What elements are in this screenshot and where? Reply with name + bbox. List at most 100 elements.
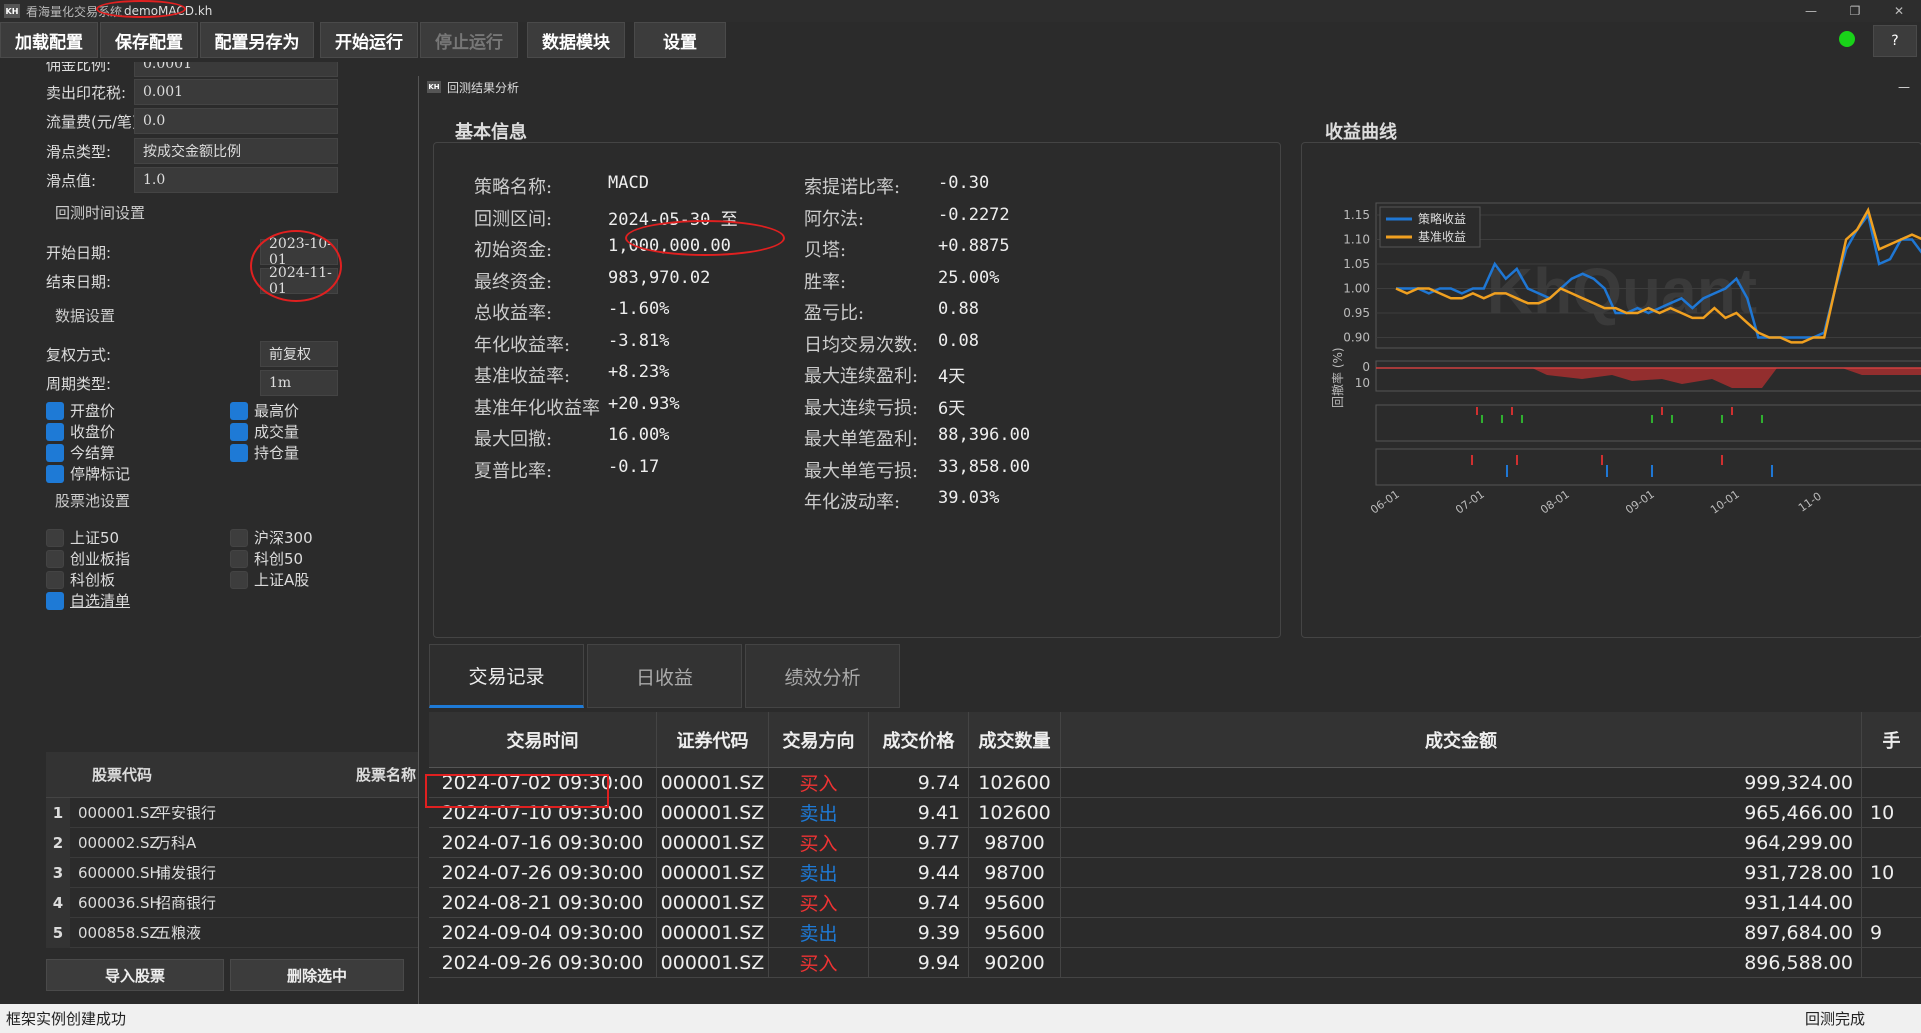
curve-title: 收益曲线 xyxy=(1325,122,1397,143)
app-logo-icon: KH xyxy=(427,81,441,93)
trade-quantity: 98700 xyxy=(969,828,1061,857)
tab-daily-returns[interactable]: 日收益 xyxy=(587,644,742,708)
field-checkbox-settle[interactable]: 今结算 xyxy=(46,442,115,463)
checkbox-checked-icon xyxy=(230,443,248,462)
trade-price: 9.77 xyxy=(869,828,969,857)
field-checkbox-suspend[interactable]: 停牌标记 xyxy=(46,463,130,484)
pool-checkbox-kc50[interactable]: 科创50 xyxy=(230,548,303,569)
trade-code: 000001.SZ xyxy=(657,828,769,857)
field-checkbox-close[interactable]: 收盘价 xyxy=(46,421,115,442)
trade-row[interactable]: 2024-09-26 09:30:00 000001.SZ 买入 9.94 90… xyxy=(429,948,1921,978)
trade-table-header: 交易时间 证券代码 交易方向 成交价格 成交数量 成交金额 手 xyxy=(429,712,1921,768)
pool-checkbox-kcb[interactable]: 科创板 xyxy=(46,569,115,590)
result-tabs: 交易记录 日收益 绩效分析 xyxy=(429,644,903,708)
field-checkbox-oi[interactable]: 持仓量 xyxy=(230,442,299,463)
trade-direction: 买入 xyxy=(769,948,869,977)
stock-row[interactable]: 2 000002.SZ 万科A xyxy=(46,827,420,858)
stock-row[interactable]: 1 000001.SZ 平安银行 xyxy=(46,797,420,828)
metric-value: 6天 xyxy=(938,398,966,419)
annotation-ellipse xyxy=(96,0,186,18)
close-icon[interactable]: ✕ xyxy=(1877,0,1921,22)
save-as-button[interactable]: 配置另存为 xyxy=(200,22,314,58)
adjust-label: 复权方式: xyxy=(46,345,112,364)
pool-checkbox-hs300[interactable]: 沪深300 xyxy=(230,527,313,548)
y-tick-label: 0.95 xyxy=(1343,306,1370,320)
col-security-code: 证券代码 xyxy=(657,712,769,767)
start-run-button[interactable]: 开始运行 xyxy=(320,22,418,58)
slip-type-select[interactable]: 按成交金额比例 xyxy=(134,138,338,164)
trade-row[interactable]: 2024-08-21 09:30:00 000001.SZ 买入 9.74 95… xyxy=(429,888,1921,918)
delete-selected-button[interactable]: 删除选中 xyxy=(230,959,404,991)
legend-strategy-label: 策略收益 xyxy=(1418,211,1466,226)
slip-value-input[interactable]: 1.0 xyxy=(134,167,338,193)
stamp-tax-input[interactable]: 0.001 xyxy=(134,79,338,105)
load-config-button[interactable]: 加载配置 xyxy=(0,22,98,58)
trade-amount: 999,324.00 xyxy=(1061,768,1862,797)
metric-label: 最大单笔亏损: xyxy=(804,460,919,482)
trade-time: 2024-09-26 09:30:00 xyxy=(429,948,657,977)
trade-fee: 9 xyxy=(1862,918,1921,947)
help-button[interactable]: ? xyxy=(1873,25,1917,57)
save-config-button[interactable]: 保存配置 xyxy=(100,22,198,58)
period-select[interactable]: 1m xyxy=(260,370,338,396)
col-quantity: 成交数量 xyxy=(969,712,1061,767)
data-module-button[interactable]: 数据模块 xyxy=(527,22,625,58)
trade-records-table: 交易时间 证券代码 交易方向 成交价格 成交数量 成交金额 手 2024-07-… xyxy=(429,712,1921,1004)
adjust-select[interactable]: 前复权 xyxy=(260,341,338,367)
legend-benchmark-label: 基准收益 xyxy=(1418,230,1466,244)
x-tick-label: 09-01 xyxy=(1623,488,1657,517)
trade-price: 9.74 xyxy=(869,768,969,797)
trade-time: 2024-08-21 09:30:00 xyxy=(429,888,657,917)
metric-value: 0.88 xyxy=(938,299,979,319)
field-checkbox-volume[interactable]: 成交量 xyxy=(230,421,299,442)
row-index: 5 xyxy=(46,917,70,948)
stock-row[interactable]: 3 600000.SH 浦发银行 xyxy=(46,857,420,888)
metric-label: 贝塔: xyxy=(804,240,847,261)
metric-value: -0.30 xyxy=(938,173,990,193)
pool-checkbox-sha[interactable]: 上证A股 xyxy=(230,569,309,590)
minimize-icon[interactable]: — xyxy=(1898,80,1910,94)
metric-value: -0.17 xyxy=(608,456,660,477)
flow-fee-input[interactable]: 0.0 xyxy=(134,108,338,134)
metric-label: 胜率: xyxy=(804,271,847,293)
col-amount: 成交金额 xyxy=(1061,712,1862,767)
x-tick-label: 08-01 xyxy=(1538,488,1572,517)
trade-code: 000001.SZ xyxy=(657,858,769,887)
pool-checkbox-custom[interactable]: 自选清单 xyxy=(46,590,130,611)
pool-checkbox-cyb[interactable]: 创业板指 xyxy=(46,548,130,569)
trade-fee: 10 xyxy=(1862,858,1921,887)
col-direction: 交易方向 xyxy=(769,712,869,767)
basic-info-title: 基本信息 xyxy=(455,122,527,143)
commission-input[interactable]: 0.0001 xyxy=(134,62,338,77)
stock-row[interactable]: 4 600036.SH 招商银行 xyxy=(46,887,420,918)
tab-trade-records[interactable]: 交易记录 xyxy=(429,644,584,708)
tab-performance[interactable]: 绩效分析 xyxy=(745,644,900,708)
start-date-label: 开始日期: xyxy=(46,243,112,262)
trade-row[interactable]: 2024-09-04 09:30:00 000001.SZ 卖出 9.39 95… xyxy=(429,918,1921,948)
title-bar: KH 看海量化交易系统 demoMACD.kh — ❐ ✕ xyxy=(0,0,1921,22)
minimize-icon[interactable]: — xyxy=(1789,0,1833,22)
data-settings-title: 数据设置 xyxy=(55,307,116,325)
import-stocks-button[interactable]: 导入股票 xyxy=(46,959,224,991)
trade-time: 2024-07-26 09:30:00 xyxy=(429,858,657,887)
maximize-icon[interactable]: ❐ xyxy=(1833,0,1877,22)
col-price: 成交价格 xyxy=(869,712,969,767)
checkbox-checked-icon xyxy=(230,422,248,441)
signal-frame-2 xyxy=(1375,448,1921,486)
stop-run-button[interactable]: 停止运行 xyxy=(420,22,518,58)
trade-row[interactable]: 2024-07-10 09:30:00 000001.SZ 卖出 9.41 10… xyxy=(429,798,1921,828)
trade-direction: 买入 xyxy=(769,828,869,857)
field-checkbox-open[interactable]: 开盘价 xyxy=(46,400,115,421)
trade-price: 9.39 xyxy=(869,918,969,947)
app-logo-icon: KH xyxy=(4,4,20,18)
field-checkbox-high[interactable]: 最高价 xyxy=(230,400,299,421)
trade-row[interactable]: 2024-07-26 09:30:00 000001.SZ 卖出 9.44 98… xyxy=(429,858,1921,888)
trade-row[interactable]: 2024-07-16 09:30:00 000001.SZ 买入 9.77 98… xyxy=(429,828,1921,858)
stock-row[interactable]: 5 000858.SZ 五粮液 xyxy=(46,917,420,948)
trade-row[interactable]: 2024-07-02 09:30:00 000001.SZ 买入 9.74 10… xyxy=(429,768,1921,798)
stock-code: 000002.SZ xyxy=(78,833,160,852)
trade-time: 2024-07-16 09:30:00 xyxy=(429,828,657,857)
pool-checkbox-sz50[interactable]: 上证50 xyxy=(46,527,119,548)
metric-label: 最终资金: xyxy=(474,271,553,293)
settings-button[interactable]: 设置 xyxy=(634,22,726,58)
